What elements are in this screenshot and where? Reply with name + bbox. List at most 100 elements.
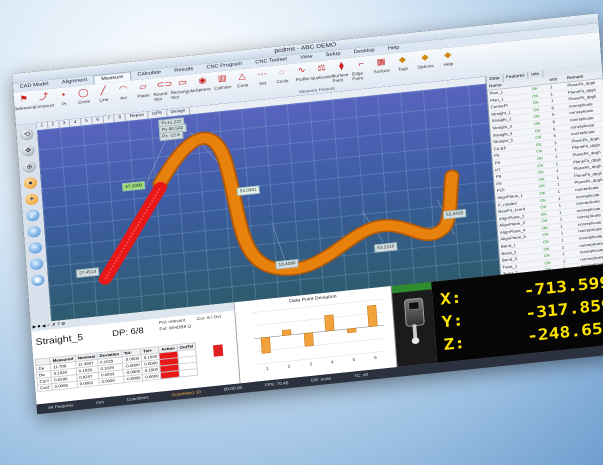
chart-tick-label: 3 — [309, 362, 313, 367]
ribbon-button-label: Circle — [77, 99, 91, 106]
ribbon-button-label: Cylinder — [214, 84, 232, 92]
chart-gridline — [254, 324, 384, 339]
ribbon-button-icon: △ — [238, 71, 247, 82]
status-item: TC: off — [353, 372, 369, 379]
chart-gridline — [256, 350, 386, 365]
ribbon-button-icon: ◉ — [198, 75, 207, 86]
ribbon-button-label: Reference — [13, 105, 36, 113]
status-item: DR: none — [310, 376, 332, 384]
ribbon-button-icon: ⧫ — [338, 61, 345, 72]
dro-x-label: X: — [439, 288, 463, 309]
table-cell: 0.0062 — [77, 378, 100, 388]
ribbon-button-icon: ◠ — [118, 84, 128, 94]
ribbon-button-icon: ∿ — [297, 65, 306, 76]
ribbon-button-icon: ◯ — [77, 88, 90, 99]
ribbon-button[interactable]: ▥ Cylinder — [212, 70, 234, 104]
feature-name: Straight_5 — [35, 332, 84, 348]
ribbon-button-icon: ⋯ — [256, 69, 268, 80]
ribbon-button-label: Options — [417, 63, 435, 71]
ribbon-button[interactable]: ◉ Sphere — [192, 72, 214, 106]
zoom-in-icon[interactable]: + — [27, 225, 42, 239]
ribbon-button-icon: ▭ — [177, 77, 188, 88]
out-of-tolerance-indicator — [213, 344, 224, 357]
chart-bar[interactable] — [303, 332, 314, 347]
table-cell: -0.0000 — [123, 374, 144, 383]
tube-body — [154, 133, 458, 275]
ribbon-button-icon: ⤴ — [38, 92, 49, 103]
deviation-table: Measured Nominal Deviation Tol- Tol+ Action Ou… — [35, 342, 198, 392]
ribbon-button[interactable]: ▱ Plane — [132, 78, 154, 112]
chart-tick-label: 4 — [331, 359, 335, 364]
ribbon-button[interactable]: ▦ Surface — [371, 54, 393, 88]
ribbon-button[interactable]: ◯ Circle — [73, 84, 95, 118]
ribbon-button-label: Help — [443, 61, 454, 68]
ribbon-button-label: Surface Point — [331, 72, 349, 85]
ribbon-button[interactable]: ╱ Line — [93, 82, 115, 116]
feature-list-panel: Data Features Info Name Info Remark Plan_1… — [485, 64, 603, 307]
ribbon-button-icon: ⚖ — [316, 63, 327, 74]
chart-tick-label: 2 — [288, 364, 292, 369]
dro-y-label: Y: — [441, 311, 465, 332]
ribbon-button-label: Line — [99, 97, 109, 104]
pan-icon[interactable]: ✥ — [21, 144, 36, 158]
status-item: Coachine1 — [126, 395, 150, 403]
view-cube-icon[interactable]: ▣ — [30, 273, 45, 287]
ribbon-button[interactable]: ⌐ Edge Point — [351, 56, 373, 90]
help-icon: ◆ — [443, 50, 452, 61]
chart-bar[interactable] — [260, 336, 271, 354]
zoom-icon[interactable]: ⊕ — [22, 160, 37, 174]
table-cell: 0.0000 — [142, 372, 162, 381]
chart-tick-label: 6 — [374, 355, 378, 360]
fit-icon[interactable]: ⤢ — [25, 209, 40, 222]
probe-tip-icon — [411, 337, 420, 345]
ribbon-button[interactable]: • Pt — [53, 86, 75, 120]
feature-meta-c: Cor: 6 / Ovl — [196, 314, 221, 322]
ribbon-options-button[interactable]: ◆ Options — [413, 49, 438, 84]
ribbon-tags-button[interactable]: ◆ Tags — [390, 51, 415, 86]
ribbon-button-label: Iqualization — [310, 74, 335, 82]
ribbon-help-button[interactable]: ◆ Help — [436, 46, 461, 81]
chart-bar[interactable] — [281, 329, 292, 336]
chart-bar[interactable] — [346, 327, 357, 334]
ribbon-button-label: Surface — [373, 68, 391, 75]
app-window: pcdmis - ABC DEMO CAD Model Alignment Meas… — [12, 13, 603, 415]
ribbon-button[interactable]: ⚑ Reference — [13, 91, 35, 125]
table-cell: CorZ — [37, 383, 53, 392]
table-cell — [160, 370, 180, 379]
status-item: Coachine1 10 — [171, 389, 202, 398]
chart-bar[interactable] — [367, 304, 378, 327]
ribbon-button-icon: ⊂⊃ — [156, 79, 173, 90]
chart-tick-label: 5 — [352, 357, 356, 362]
status-item: FPS: 70.48 — [264, 380, 289, 389]
probe-display — [407, 301, 420, 311]
ribbon-button-icon: ╱ — [100, 86, 107, 96]
ribbon-button[interactable]: △ Cone — [232, 68, 254, 102]
light-icon[interactable]: ☀ — [24, 192, 39, 206]
ribbon-button-label: Plane — [137, 93, 150, 100]
datapoint-count: DP: 6/8 — [111, 326, 145, 339]
rotate-icon[interactable]: ⟲ — [19, 128, 34, 141]
search-icon[interactable]: ⌕ — [29, 257, 44, 271]
ribbon-button[interactable]: ⤴ Construct — [33, 89, 55, 123]
ribbon-button[interactable]: ⋯ Set — [252, 66, 274, 100]
ribbon-button[interactable]: ◌ Circle — [271, 64, 293, 98]
ribbon-button-icon: ⚑ — [19, 94, 29, 105]
table-cell: 0.0000 — [98, 376, 124, 386]
ribbon-button-label: Cone — [237, 82, 249, 89]
table-cell: 0.0065 — [52, 381, 78, 391]
probe-icon[interactable]: ● — [23, 176, 38, 190]
ribbon-button-icon: ⌐ — [358, 59, 365, 70]
stage: pcdmis - ABC DEMO CAD Model Alignment Meas… — [0, 0, 603, 465]
probe-panel — [391, 281, 438, 368]
tags-icon: ◆ — [398, 55, 407, 65]
ribbon-button[interactable]: ◠ Arc — [113, 80, 135, 114]
ribbon-button[interactable]: ▭ Rectangular Slot — [170, 74, 196, 108]
chart-bar[interactable] — [324, 314, 335, 332]
zoom-out-icon[interactable]: − — [28, 241, 43, 255]
deviation-chart: 1 2 3 4 5 6 — [252, 299, 386, 371]
ribbon-button-label: Pt — [61, 101, 67, 108]
ribbon-button-icon: ◌ — [278, 67, 285, 78]
feature-meta-b: Pol: WHOB6 Q — [159, 323, 192, 333]
dro-z-label: Z: — [442, 333, 466, 355]
ribbon-button-icon: ▥ — [217, 73, 228, 84]
